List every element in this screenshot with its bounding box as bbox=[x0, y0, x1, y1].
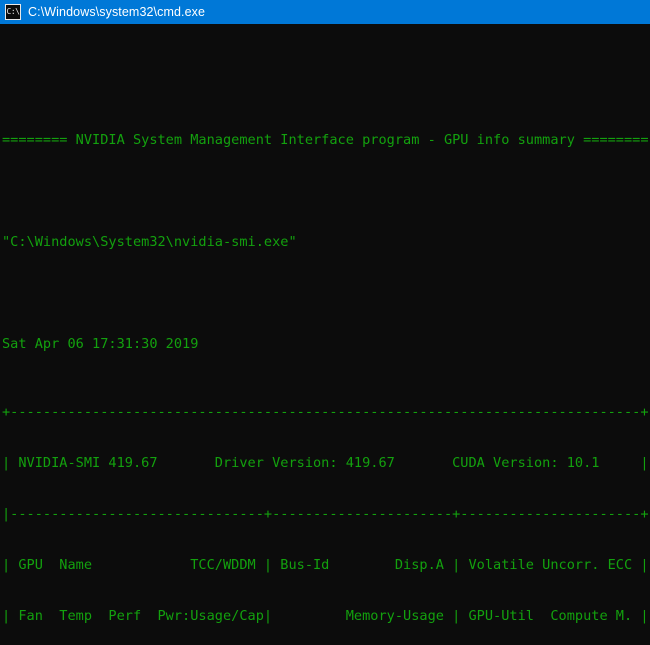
window-title: C:\Windows\system32\cmd.exe bbox=[28, 5, 206, 19]
banner-line: ======== NVIDIA System Management Interf… bbox=[2, 132, 649, 148]
cmd-console-icon-glyph: C:\ bbox=[6, 7, 20, 16]
smi-border-mid: |-------------------------------+-------… bbox=[2, 506, 649, 522]
cmd-console-icon: C:\ bbox=[5, 4, 21, 20]
window-titlebar[interactable]: C:\ C:\Windows\system32\cmd.exe bbox=[0, 0, 650, 24]
smi-version-line: | NVIDIA-SMI 419.67 Driver Version: 419.… bbox=[2, 455, 649, 471]
smi-column-header-1: | GPU Name TCC/WDDM | Bus-Id Disp.A | Vo… bbox=[2, 557, 649, 573]
smi-border-top: +---------------------------------------… bbox=[2, 404, 649, 420]
executable-path-line: "C:\Windows\System32\nvidia-smi.exe" bbox=[2, 234, 297, 250]
timestamp-line: Sat Apr 06 17:31:30 2019 bbox=[2, 336, 199, 352]
console-surface[interactable]: ======== NVIDIA System Management Interf… bbox=[0, 24, 650, 645]
terminal-screen: ======== NVIDIA System Management Interf… bbox=[2, 30, 650, 645]
smi-column-header-2: | Fan Temp Perf Pwr:Usage/Cap| Memory-Us… bbox=[2, 608, 649, 624]
